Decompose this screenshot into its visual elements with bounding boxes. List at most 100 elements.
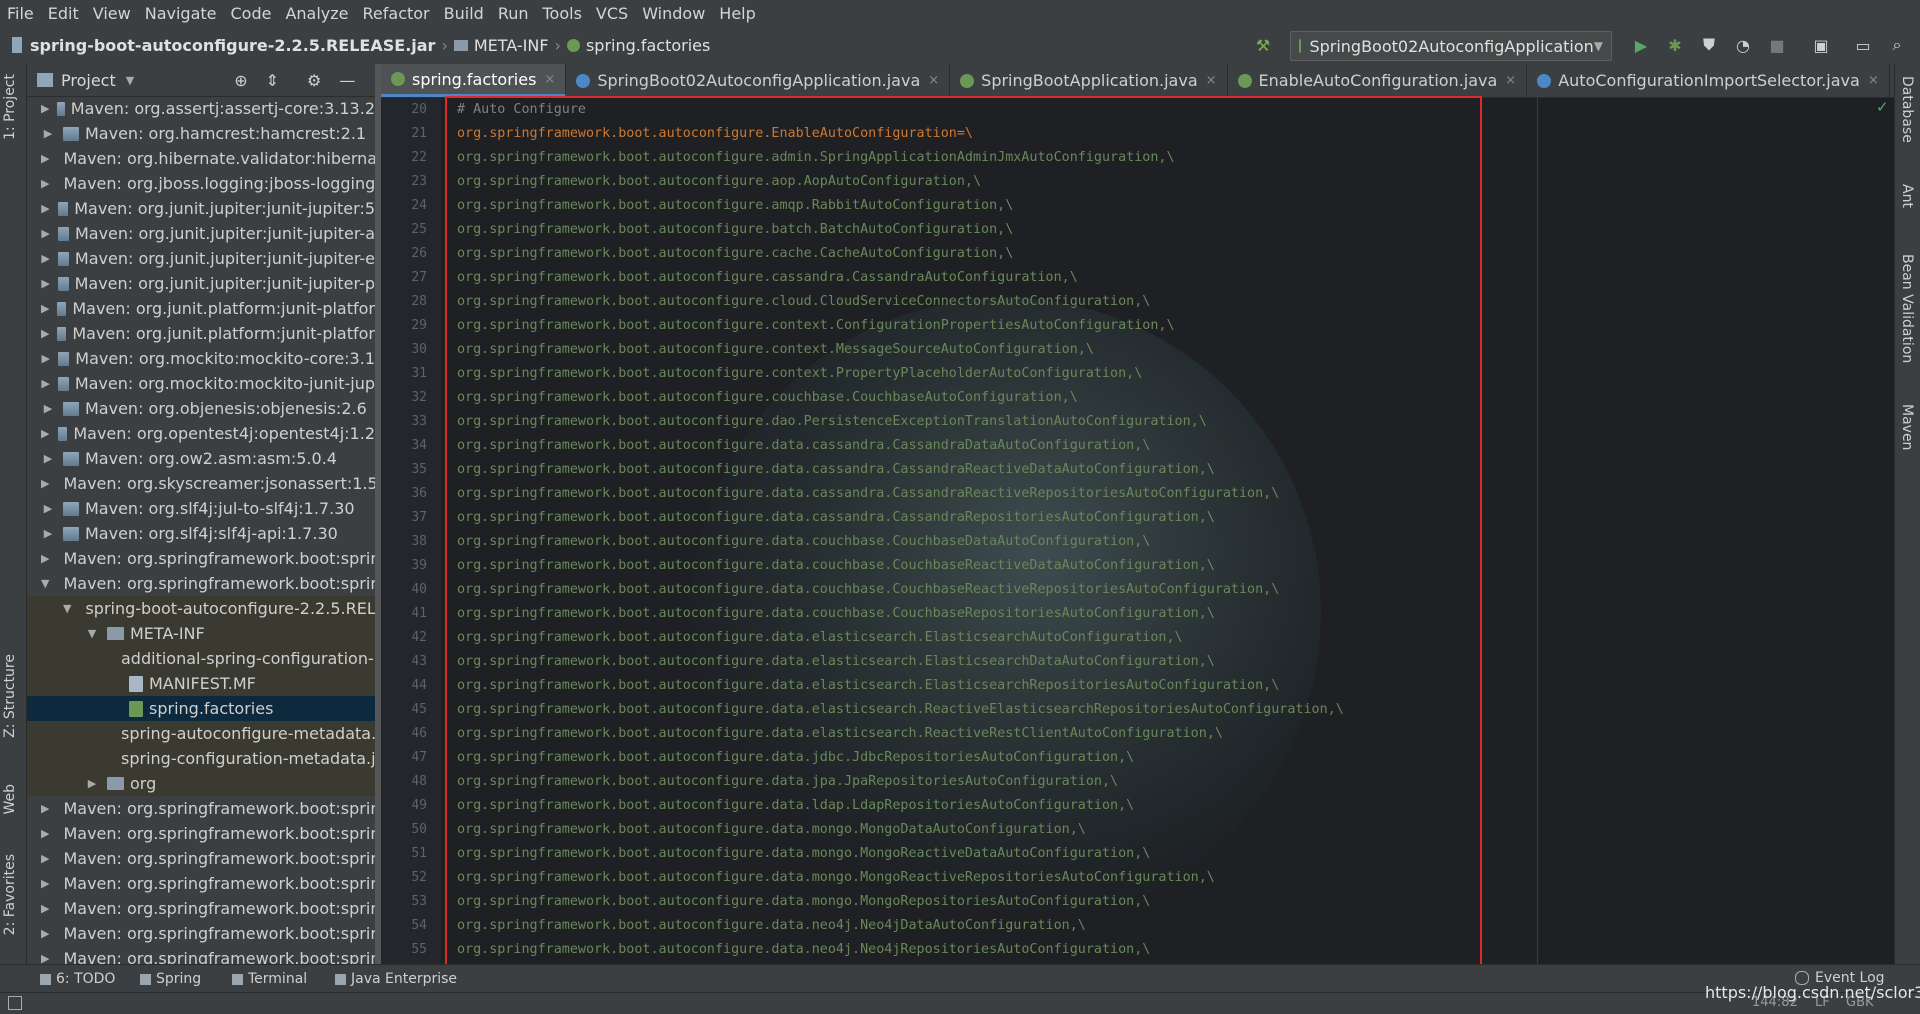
tool-window-maven[interactable]: Maven — [1899, 404, 1915, 450]
tree-item[interactable]: ▶ Maven: org.springframework.boot:spring — [27, 796, 375, 821]
tree-item[interactable]: ▶ Maven: org.slf4j:jul-to-slf4j:1.7.30 — [27, 496, 375, 521]
collapse-arrow-icon[interactable]: ▶ — [41, 227, 50, 240]
tree-item[interactable]: ▶ Maven: org.hamcrest:hamcrest:2.1 — [27, 121, 375, 146]
collapse-arrow-icon[interactable]: ▶ — [41, 827, 49, 840]
breadcrumb-jar[interactable]: spring-boot-autoconfigure-2.2.5.RELEASE.… — [30, 36, 435, 55]
tool-window-web[interactable]: Web — [2, 784, 18, 815]
collapse-arrow-icon[interactable]: ▶ — [41, 377, 50, 390]
tree-item[interactable]: ▶ org — [27, 771, 375, 796]
close-icon[interactable]: × — [1206, 73, 1217, 88]
tool-window-structure[interactable]: Z: Structure — [2, 654, 18, 738]
collapse-arrow-icon[interactable]: ▶ — [41, 452, 55, 465]
window-icon[interactable]: ▭ — [1852, 34, 1874, 56]
tree-item[interactable]: ▶ Maven: org.junit.jupiter:junit-jupiter:… — [27, 196, 375, 221]
tree-item[interactable]: spring-configuration-metadata.json — [27, 746, 375, 771]
project-structure-icon[interactable]: ▣ — [1810, 34, 1832, 56]
tree-item[interactable]: ▶ Maven: org.junit.platform:junit-platfor — [27, 296, 375, 321]
collapse-arrow-icon[interactable]: ▶ — [41, 527, 55, 540]
run-configuration-select[interactable]: SpringBoot02AutoconfigApplication ▼ — [1290, 31, 1612, 61]
tree-item[interactable]: ▶ Maven: org.slf4j:slf4j-api:1.7.30 — [27, 521, 375, 546]
hide-panel-icon[interactable]: — — [339, 71, 355, 90]
collapse-arrow-icon[interactable]: ▶ — [41, 902, 49, 915]
tree-item[interactable]: ▶ Maven: org.junit.jupiter:junit-jupiter-… — [27, 246, 375, 271]
tool-window-ant[interactable]: Ant — [1899, 184, 1915, 208]
collapse-arrow-icon[interactable]: ▶ — [41, 502, 55, 515]
collapse-arrow-icon[interactable]: ▶ — [41, 127, 55, 140]
tool-window-favorites[interactable]: 2: Favorites — [2, 854, 18, 935]
menu-code[interactable]: Code — [224, 4, 279, 23]
collapse-arrow-icon[interactable]: ▶ — [41, 877, 49, 890]
profile-icon[interactable]: ◔ — [1732, 34, 1754, 56]
code-editor[interactable]: 20 21 22 23 24 25 26 27 28 29 30 31 32 33 34 35 36 37 38 39… — [381, 98, 1894, 984]
menu-build[interactable]: Build — [437, 4, 491, 23]
tree-item[interactable]: ▼ spring-boot-autoconfigure-2.2.5.RELEASE… — [27, 596, 375, 621]
expand-arrow-icon[interactable]: ▼ — [63, 602, 71, 615]
tree-item[interactable]: ▶ Maven: org.mockito:mockito-junit-jup — [27, 371, 375, 396]
collapse-arrow-icon[interactable]: ▶ — [41, 402, 55, 415]
tree-item[interactable]: ▶ Maven: org.springframework.boot:spring — [27, 546, 375, 571]
tree-item[interactable]: ▶ Maven: org.skyscreamer:jsonassert:1.5 — [27, 471, 375, 496]
tool-window-bean-validation[interactable]: Bean Validation — [1899, 254, 1915, 363]
collapse-arrow-icon[interactable]: ▶ — [41, 327, 49, 340]
menu-view[interactable]: View — [86, 4, 138, 23]
build-hammer-icon[interactable]: ⚒ — [1252, 34, 1274, 56]
collapse-arrow-icon[interactable]: ▶ — [41, 102, 49, 115]
project-view-select[interactable]: Project — [61, 71, 116, 90]
collapse-arrow-icon[interactable]: ▶ — [41, 427, 50, 440]
tree-item[interactable]: ▶ Maven: org.junit.jupiter:junit-jupiter-… — [27, 221, 375, 246]
expand-arrow-icon[interactable]: ▼ — [85, 627, 99, 640]
menu-analyze[interactable]: Analyze — [278, 4, 355, 23]
tree-item[interactable]: ▶ Maven: org.mockito:mockito-core:3.1 — [27, 346, 376, 371]
tree-item[interactable]: ▶ Maven: org.springframework.boot:spring — [27, 821, 375, 846]
collapse-arrow-icon[interactable]: ▶ — [41, 927, 49, 940]
tree-item[interactable]: ▶ Maven: org.springframework.boot:spring — [27, 896, 375, 921]
tree-item[interactable]: ▶ Maven: org.hibernate.validator:hibernat… — [27, 146, 375, 171]
collapse-arrow-icon[interactable]: ▶ — [41, 477, 49, 490]
close-icon[interactable]: × — [1868, 73, 1879, 88]
collapse-arrow-icon[interactable]: ▶ — [41, 277, 50, 290]
tree-item[interactable]: ▶ Maven: org.junit.platform:junit-platfor — [27, 321, 375, 346]
menu-run[interactable]: Run — [491, 4, 536, 23]
breadcrumb-folder[interactable]: META-INF — [474, 36, 549, 55]
bottom-tool-spring[interactable]: Spring — [140, 971, 201, 987]
bottom-tool-terminal[interactable]: Terminal — [232, 971, 307, 987]
collapse-arrow-icon[interactable]: ▶ — [85, 777, 99, 790]
bottom-tool-6-todo[interactable]: 6: TODO — [40, 971, 115, 987]
collapse-arrow-icon[interactable]: ▶ — [41, 552, 49, 565]
status-panel-icon[interactable] — [8, 996, 22, 1010]
tree-item-selected[interactable]: spring.factories — [27, 696, 375, 721]
code-content[interactable]: # Auto Configure org.springframework.boot… — [457, 98, 1344, 962]
collapse-all-icon[interactable]: ⇕ — [266, 71, 279, 90]
tree-item[interactable]: ▶ Maven: org.junit.jupiter:junit-jupiter-… — [27, 271, 375, 296]
bottom-tool-java-enterprise[interactable]: Java Enterprise — [335, 971, 457, 987]
tree-item[interactable]: ▶ Maven: org.springframework.boot:spring — [27, 871, 375, 896]
tree-item[interactable]: ▶ Maven: org.assertj:assertj-core:3.13.2 — [27, 96, 375, 121]
collapse-arrow-icon[interactable]: ▶ — [41, 202, 50, 215]
chevron-down-icon[interactable]: ▼ — [126, 74, 134, 87]
collapse-arrow-icon[interactable]: ▶ — [41, 152, 49, 165]
tree-item[interactable]: ▼ Maven: org.springframework.boot:spring — [27, 571, 375, 596]
editor-tab[interactable]: EnableAutoConfiguration.java × — [1228, 64, 1528, 97]
breadcrumb-file[interactable]: spring.factories — [586, 36, 710, 55]
search-icon[interactable]: ⌕ — [1886, 34, 1908, 56]
menu-file[interactable]: File — [0, 4, 41, 23]
close-icon[interactable]: × — [1505, 73, 1516, 88]
tree-item[interactable]: MANIFEST.MF — [27, 671, 375, 696]
tree-item[interactable]: ▼ META-INF — [27, 621, 375, 646]
tree-item[interactable]: ▶ Maven: org.objenesis:objenesis:2.6 — [27, 396, 375, 421]
tree-item[interactable]: ▶ Maven: org.springframework.boot:spring — [27, 846, 375, 871]
coverage-icon[interactable]: ⛊ — [1698, 34, 1720, 56]
tool-window-database[interactable]: Database — [1899, 76, 1915, 143]
stop-icon[interactable]: ■ — [1766, 34, 1788, 56]
locate-icon[interactable]: ⊕ — [234, 71, 247, 90]
tree-item[interactable]: ▶ Maven: org.opentest4j:opentest4j:1.2 — [27, 421, 375, 446]
close-icon[interactable]: × — [544, 72, 555, 87]
collapse-arrow-icon[interactable]: ▶ — [41, 252, 50, 265]
tool-window-project[interactable]: 1: Project — [2, 74, 18, 140]
menu-tools[interactable]: Tools — [536, 4, 589, 23]
editor-tab[interactable]: SpringBootApplication.java × — [950, 64, 1228, 97]
debug-icon[interactable]: ✱ — [1664, 34, 1686, 56]
menu-navigate[interactable]: Navigate — [138, 4, 224, 23]
tree-item[interactable]: ▶ Maven: org.jboss.logging:jboss-logging — [27, 171, 375, 196]
menu-refactor[interactable]: Refactor — [356, 4, 437, 23]
